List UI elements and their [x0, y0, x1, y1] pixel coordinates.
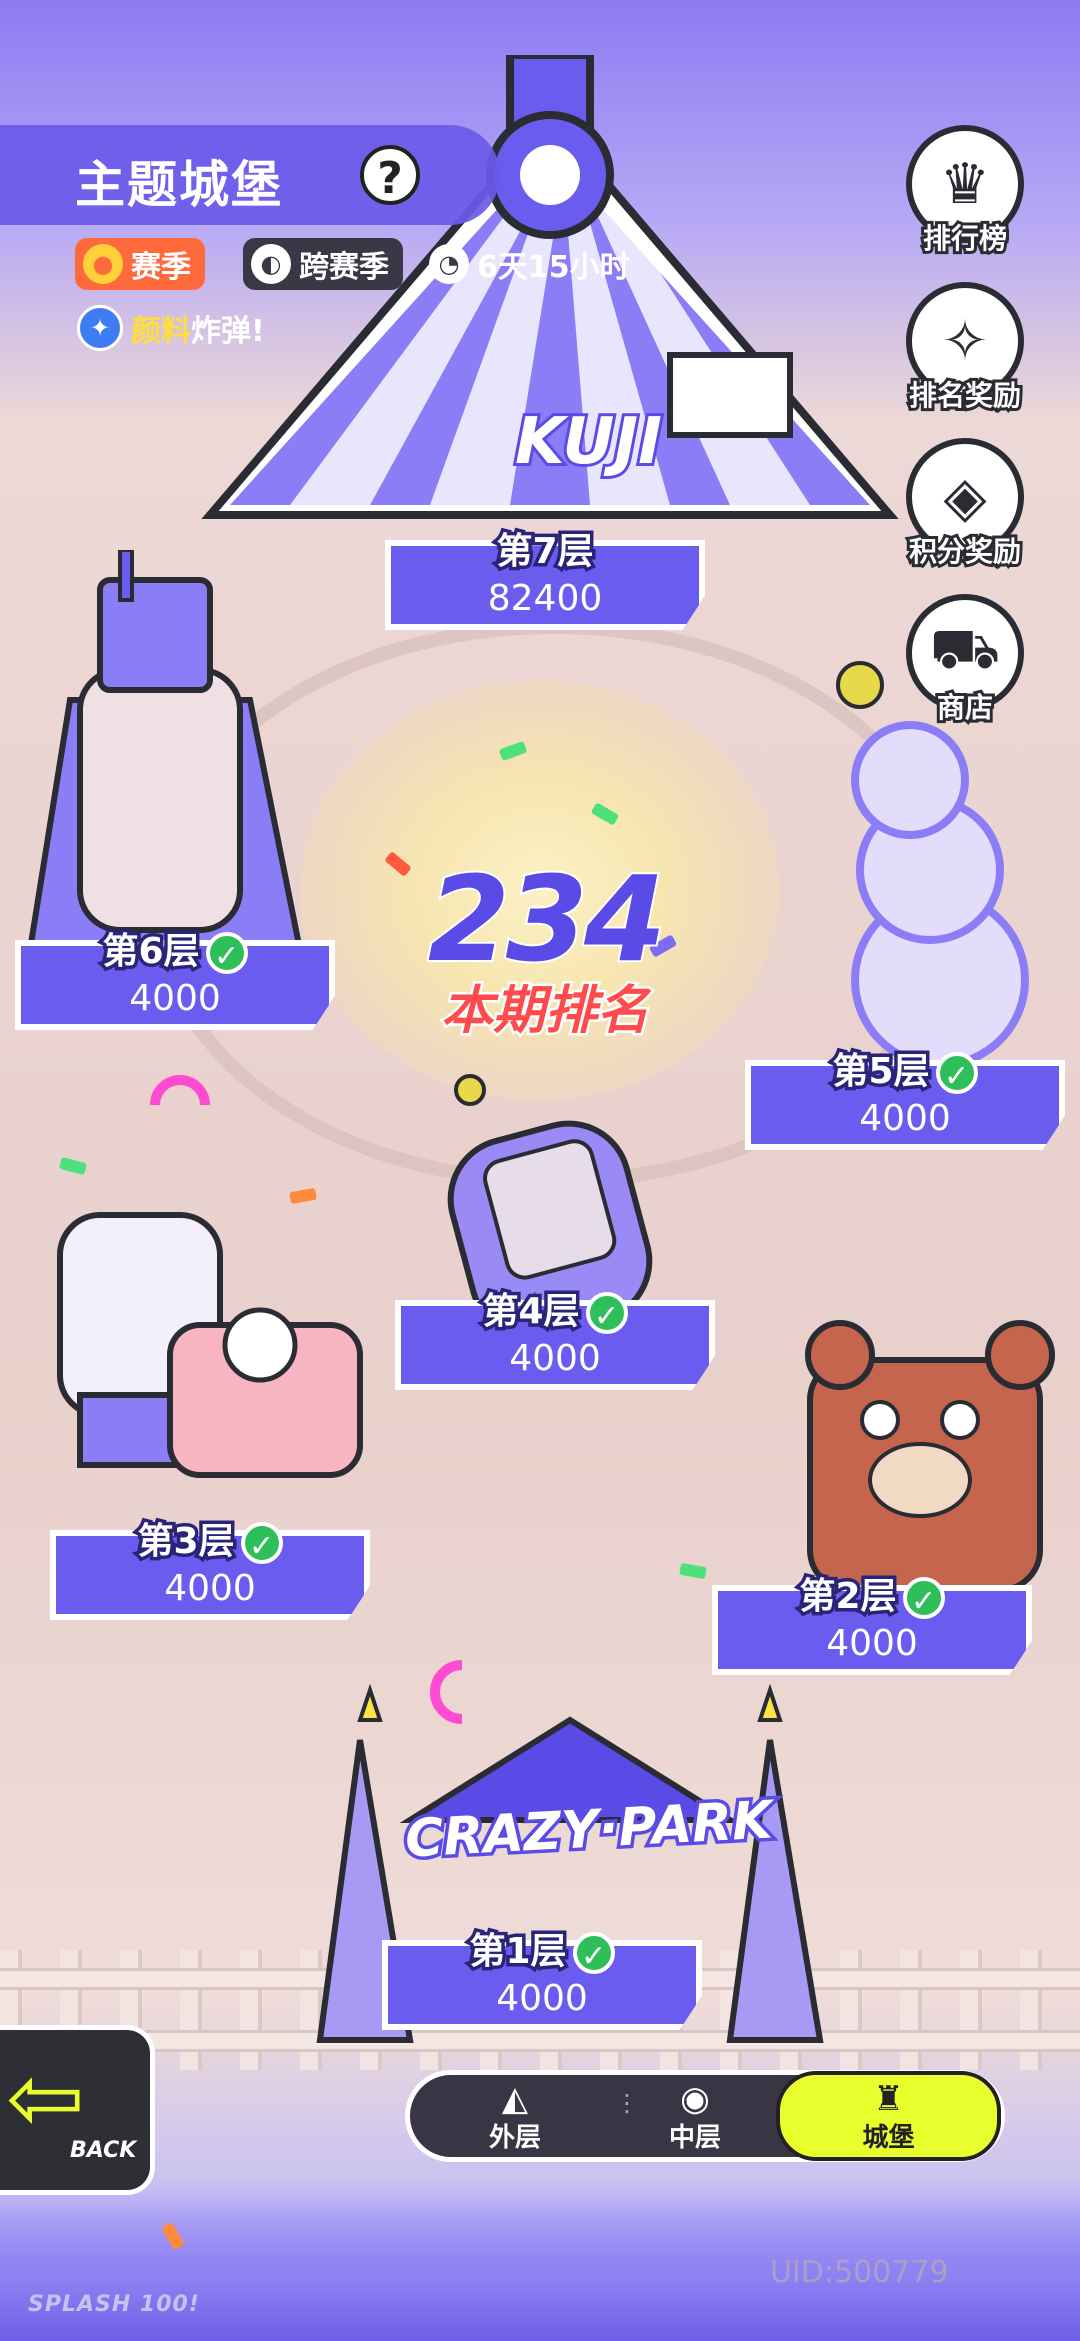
middle-layer-icon: ◉ [680, 2079, 710, 2119]
floor-name: 第5层 [829, 1048, 933, 1096]
floor-score: 4000 [496, 1978, 588, 2019]
points-rewards-label: 积分奖励 [906, 532, 1024, 571]
user-id: UID:500779 [770, 2255, 949, 2290]
floor-card-5[interactable]: 第5层 ✓ 4000 [745, 1048, 1065, 1150]
leaderboard-label: 排行榜 [920, 219, 1010, 258]
back-arrow-icon: ⇦ [6, 2044, 85, 2153]
season-chip-label: 赛季 [131, 250, 191, 285]
confetti [58, 1156, 88, 1176]
floor-card-4[interactable]: 第4层 ✓ 4000 [395, 1288, 715, 1390]
floor-score: 4000 [129, 978, 221, 1019]
floor-name: 第7层 [493, 528, 597, 576]
paint-bomb-icon: ✦ [77, 305, 123, 351]
tab-castle[interactable]: ♜ 城堡 [776, 2071, 1001, 2161]
floor-name: 第1层 [466, 1928, 570, 1976]
castle-screen: KUJI CRAZY·PARK 主题城堡 ? ● 赛季 ◐ 跨赛季 ◔ 6天15… [0, 0, 1080, 2341]
shop-label: 商店 [934, 688, 996, 727]
bear-building [805, 1320, 1055, 1593]
shop-button[interactable]: ⛟ 商店 [900, 594, 1030, 744]
clock-icon: ◔ [429, 244, 469, 284]
points-rewards-button[interactable]: ◈ 积分奖励 [900, 438, 1030, 588]
floor-name: 第4层 [479, 1288, 583, 1336]
floor-card-6[interactable]: 第6层 ✓ 4000 [15, 928, 335, 1030]
floor-card-3[interactable]: 第3层 ✓ 4000 [50, 1518, 370, 1620]
floor-score: 4000 [164, 1568, 256, 1609]
rank-rewards-label: 排名奖励 [906, 376, 1024, 415]
check-icon: ✓ [585, 1292, 628, 1334]
cross-season-chip[interactable]: ◐ 跨赛季 [243, 238, 403, 290]
tent-sign: KUJI [512, 402, 665, 482]
tab-outer-label: 外层 [488, 2123, 541, 2153]
bomb-highlight: 颜料 [131, 314, 191, 349]
check-icon: ✓ [935, 1052, 978, 1094]
floor-card-7[interactable]: 第7层 82400 [385, 528, 705, 630]
floor-score: 4000 [859, 1098, 951, 1139]
floor-card-2[interactable]: 第2层 ✓ 4000 [712, 1573, 1032, 1675]
castle-icon: ♜ [873, 2079, 904, 2119]
layer-nav: ◭ 外层 ⋮ ◉ 中层 ♜ 城堡 [405, 2070, 1005, 2162]
paint-bomb-event[interactable]: ✦ 颜料炸弹! [75, 302, 279, 354]
rocket-tower-building [26, 550, 304, 953]
brand-logo: SPLASH 100! [28, 2292, 200, 2317]
robot-cake-building [57, 1212, 363, 1478]
back-button[interactable]: ⇦ BACK [0, 2025, 155, 2195]
tab-middle[interactable]: ◉ 中层 [610, 2075, 780, 2157]
floor-name: 第6层 [99, 928, 203, 976]
season-timer: ◔ 6天15小时 [425, 238, 644, 290]
tab-castle-label: 城堡 [862, 2123, 915, 2153]
floor-name: 第3层 [134, 1518, 238, 1566]
confetti [679, 1562, 707, 1580]
floor-score: 82400 [487, 578, 603, 619]
check-icon: ✓ [240, 1522, 283, 1564]
mask-icon: ◐ [251, 244, 291, 284]
floor-card-1[interactable]: 第1层 ✓ 4000 [382, 1928, 702, 2030]
check-icon: ✓ [205, 932, 248, 974]
floor-score: 4000 [509, 1338, 601, 1379]
rank-rewards-button[interactable]: ✧ 排名奖励 [900, 282, 1030, 432]
season-chip[interactable]: ● 赛季 [75, 238, 205, 290]
back-label: BACK [70, 2138, 137, 2163]
rank-label: 本期排名 [438, 979, 651, 1044]
check-icon: ✓ [902, 1577, 945, 1619]
tab-middle-label: 中层 [668, 2123, 721, 2153]
outer-layer-icon: ◭ [501, 2079, 529, 2119]
page-title: 主题城堡 [75, 156, 283, 214]
tab-outer[interactable]: ◭ 外层 [430, 2075, 600, 2157]
cross-season-chip-label: 跨赛季 [299, 250, 389, 285]
chick-icon: ● [83, 244, 123, 284]
floor-name: 第2层 [796, 1573, 900, 1621]
check-icon: ✓ [572, 1932, 615, 1974]
bomb-text: 炸弹! [191, 314, 265, 349]
leaderboard-button[interactable]: ♛ 排行榜 [900, 125, 1030, 275]
timer-text: 6天15小时 [477, 250, 630, 285]
floor-score: 4000 [826, 1623, 918, 1664]
confetti [150, 1075, 210, 1105]
help-icon[interactable]: ? [360, 145, 420, 205]
